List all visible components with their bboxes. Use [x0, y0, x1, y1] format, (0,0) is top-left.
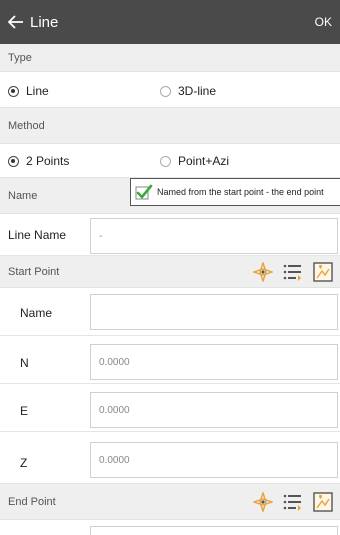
- start-point-tools: [252, 261, 334, 283]
- point-list-icon[interactable]: [282, 261, 304, 283]
- type-section-header: Type: [0, 44, 340, 72]
- auto-name-checkbox-label: Named from the start point - the end poi…: [157, 187, 324, 197]
- line-name-label: Line Name: [8, 228, 67, 242]
- line-name-input[interactable]: -: [90, 218, 338, 254]
- top-bar: Line OK: [0, 0, 340, 44]
- auto-name-checkbox[interactable]: Named from the start point - the end poi…: [130, 178, 340, 206]
- start-e-row: E 0.0000: [0, 384, 340, 432]
- start-z-label: Z: [20, 456, 28, 470]
- end-name-input[interactable]: [90, 526, 338, 535]
- method-option-2-points-label: 2 Points: [26, 154, 70, 168]
- start-n-row: N 0.0000: [0, 336, 340, 384]
- start-name-input[interactable]: [90, 294, 338, 330]
- gnss-locate-icon[interactable]: [252, 491, 274, 513]
- start-z-value: 0.0000: [99, 454, 130, 466]
- name-label: Name: [8, 189, 38, 202]
- start-z-input[interactable]: 0.0000: [90, 442, 338, 478]
- radio-unselected-icon: [160, 155, 171, 167]
- gnss-locate-icon[interactable]: [252, 261, 274, 283]
- back-arrow-icon[interactable]: [2, 0, 30, 44]
- method-option-point-azi-label: Point+Azi: [178, 154, 230, 168]
- type-option-line-label: Line: [26, 84, 49, 98]
- end-point-label: End Point: [8, 495, 56, 508]
- start-n-value: 0.0000: [99, 356, 130, 368]
- start-name-row: Name: [0, 288, 340, 336]
- radio-selected-icon: [8, 155, 19, 167]
- end-point-tools: [252, 491, 334, 513]
- method-options-row: 2 Points Point+Azi: [0, 144, 340, 178]
- type-options-row: Line 3D-line: [0, 72, 340, 108]
- method-option-point-azi[interactable]: Point+Azi: [160, 154, 229, 168]
- start-e-value: 0.0000: [99, 404, 130, 416]
- type-option-3d-line-label: 3D-line: [178, 84, 217, 98]
- map-pick-icon[interactable]: [312, 261, 334, 283]
- line-name-row: Line Name -: [0, 214, 340, 256]
- start-point-label: Start Point: [8, 265, 60, 278]
- radio-unselected-icon: [160, 85, 171, 97]
- method-section-header: Method: [0, 108, 340, 144]
- radio-selected-icon: [8, 85, 19, 97]
- method-label: Method: [8, 119, 45, 132]
- start-e-input[interactable]: 0.0000: [90, 392, 338, 428]
- start-z-row: Z 0.0000: [0, 432, 340, 484]
- method-option-2-points[interactable]: 2 Points: [8, 154, 69, 168]
- start-n-input[interactable]: 0.0000: [90, 344, 338, 380]
- line-name-value: -: [99, 230, 103, 242]
- start-name-label: Name: [20, 306, 53, 320]
- start-e-label: E: [20, 404, 29, 418]
- page-title: Line: [30, 13, 59, 31]
- point-list-icon[interactable]: [282, 491, 304, 513]
- checkbox-checked-icon: [135, 184, 153, 200]
- type-label: Type: [8, 51, 32, 64]
- start-n-label: N: [20, 356, 29, 370]
- type-option-3d-line[interactable]: 3D-line: [160, 84, 216, 98]
- end-name-row-partial: [0, 520, 340, 535]
- ok-button[interactable]: OK: [315, 0, 332, 44]
- type-option-line[interactable]: Line: [8, 84, 49, 98]
- map-pick-icon[interactable]: [312, 491, 334, 513]
